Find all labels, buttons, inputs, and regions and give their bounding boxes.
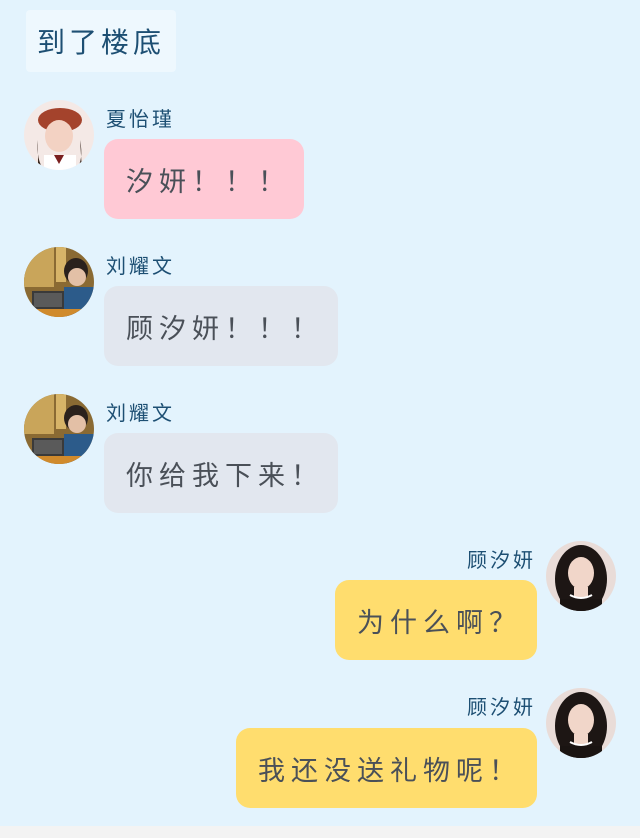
avatar[interactable] (546, 688, 616, 758)
sender-name: 刘耀文 (106, 401, 175, 425)
message-bubble[interactable]: 我还没送礼物呢！ (236, 728, 537, 808)
avatar[interactable] (24, 100, 94, 170)
sender-name: 顾汐妍 (467, 695, 536, 719)
avatar[interactable] (546, 541, 616, 611)
avatar[interactable] (24, 247, 94, 317)
girl-red-beret-icon (24, 100, 94, 170)
chat-title: 到了楼底 (26, 10, 176, 72)
sender-name: 夏怡瑾 (106, 107, 175, 131)
girl-dark-hair-icon (546, 541, 616, 611)
sender-name: 顾汐妍 (467, 548, 536, 572)
message-bubble[interactable]: 汐妍！！！ (104, 139, 304, 219)
boy-laptop-icon (24, 394, 94, 464)
sender-name: 刘耀文 (106, 254, 175, 278)
boy-laptop-icon (24, 247, 94, 317)
message-bubble[interactable]: 为什么啊？ (335, 580, 537, 660)
bottom-edge (0, 826, 640, 838)
avatar[interactable] (24, 394, 94, 464)
girl-dark-hair-icon (546, 688, 616, 758)
message-bubble[interactable]: 顾汐妍！！！ (104, 286, 338, 366)
message-bubble[interactable]: 你给我下来！ (104, 433, 338, 513)
